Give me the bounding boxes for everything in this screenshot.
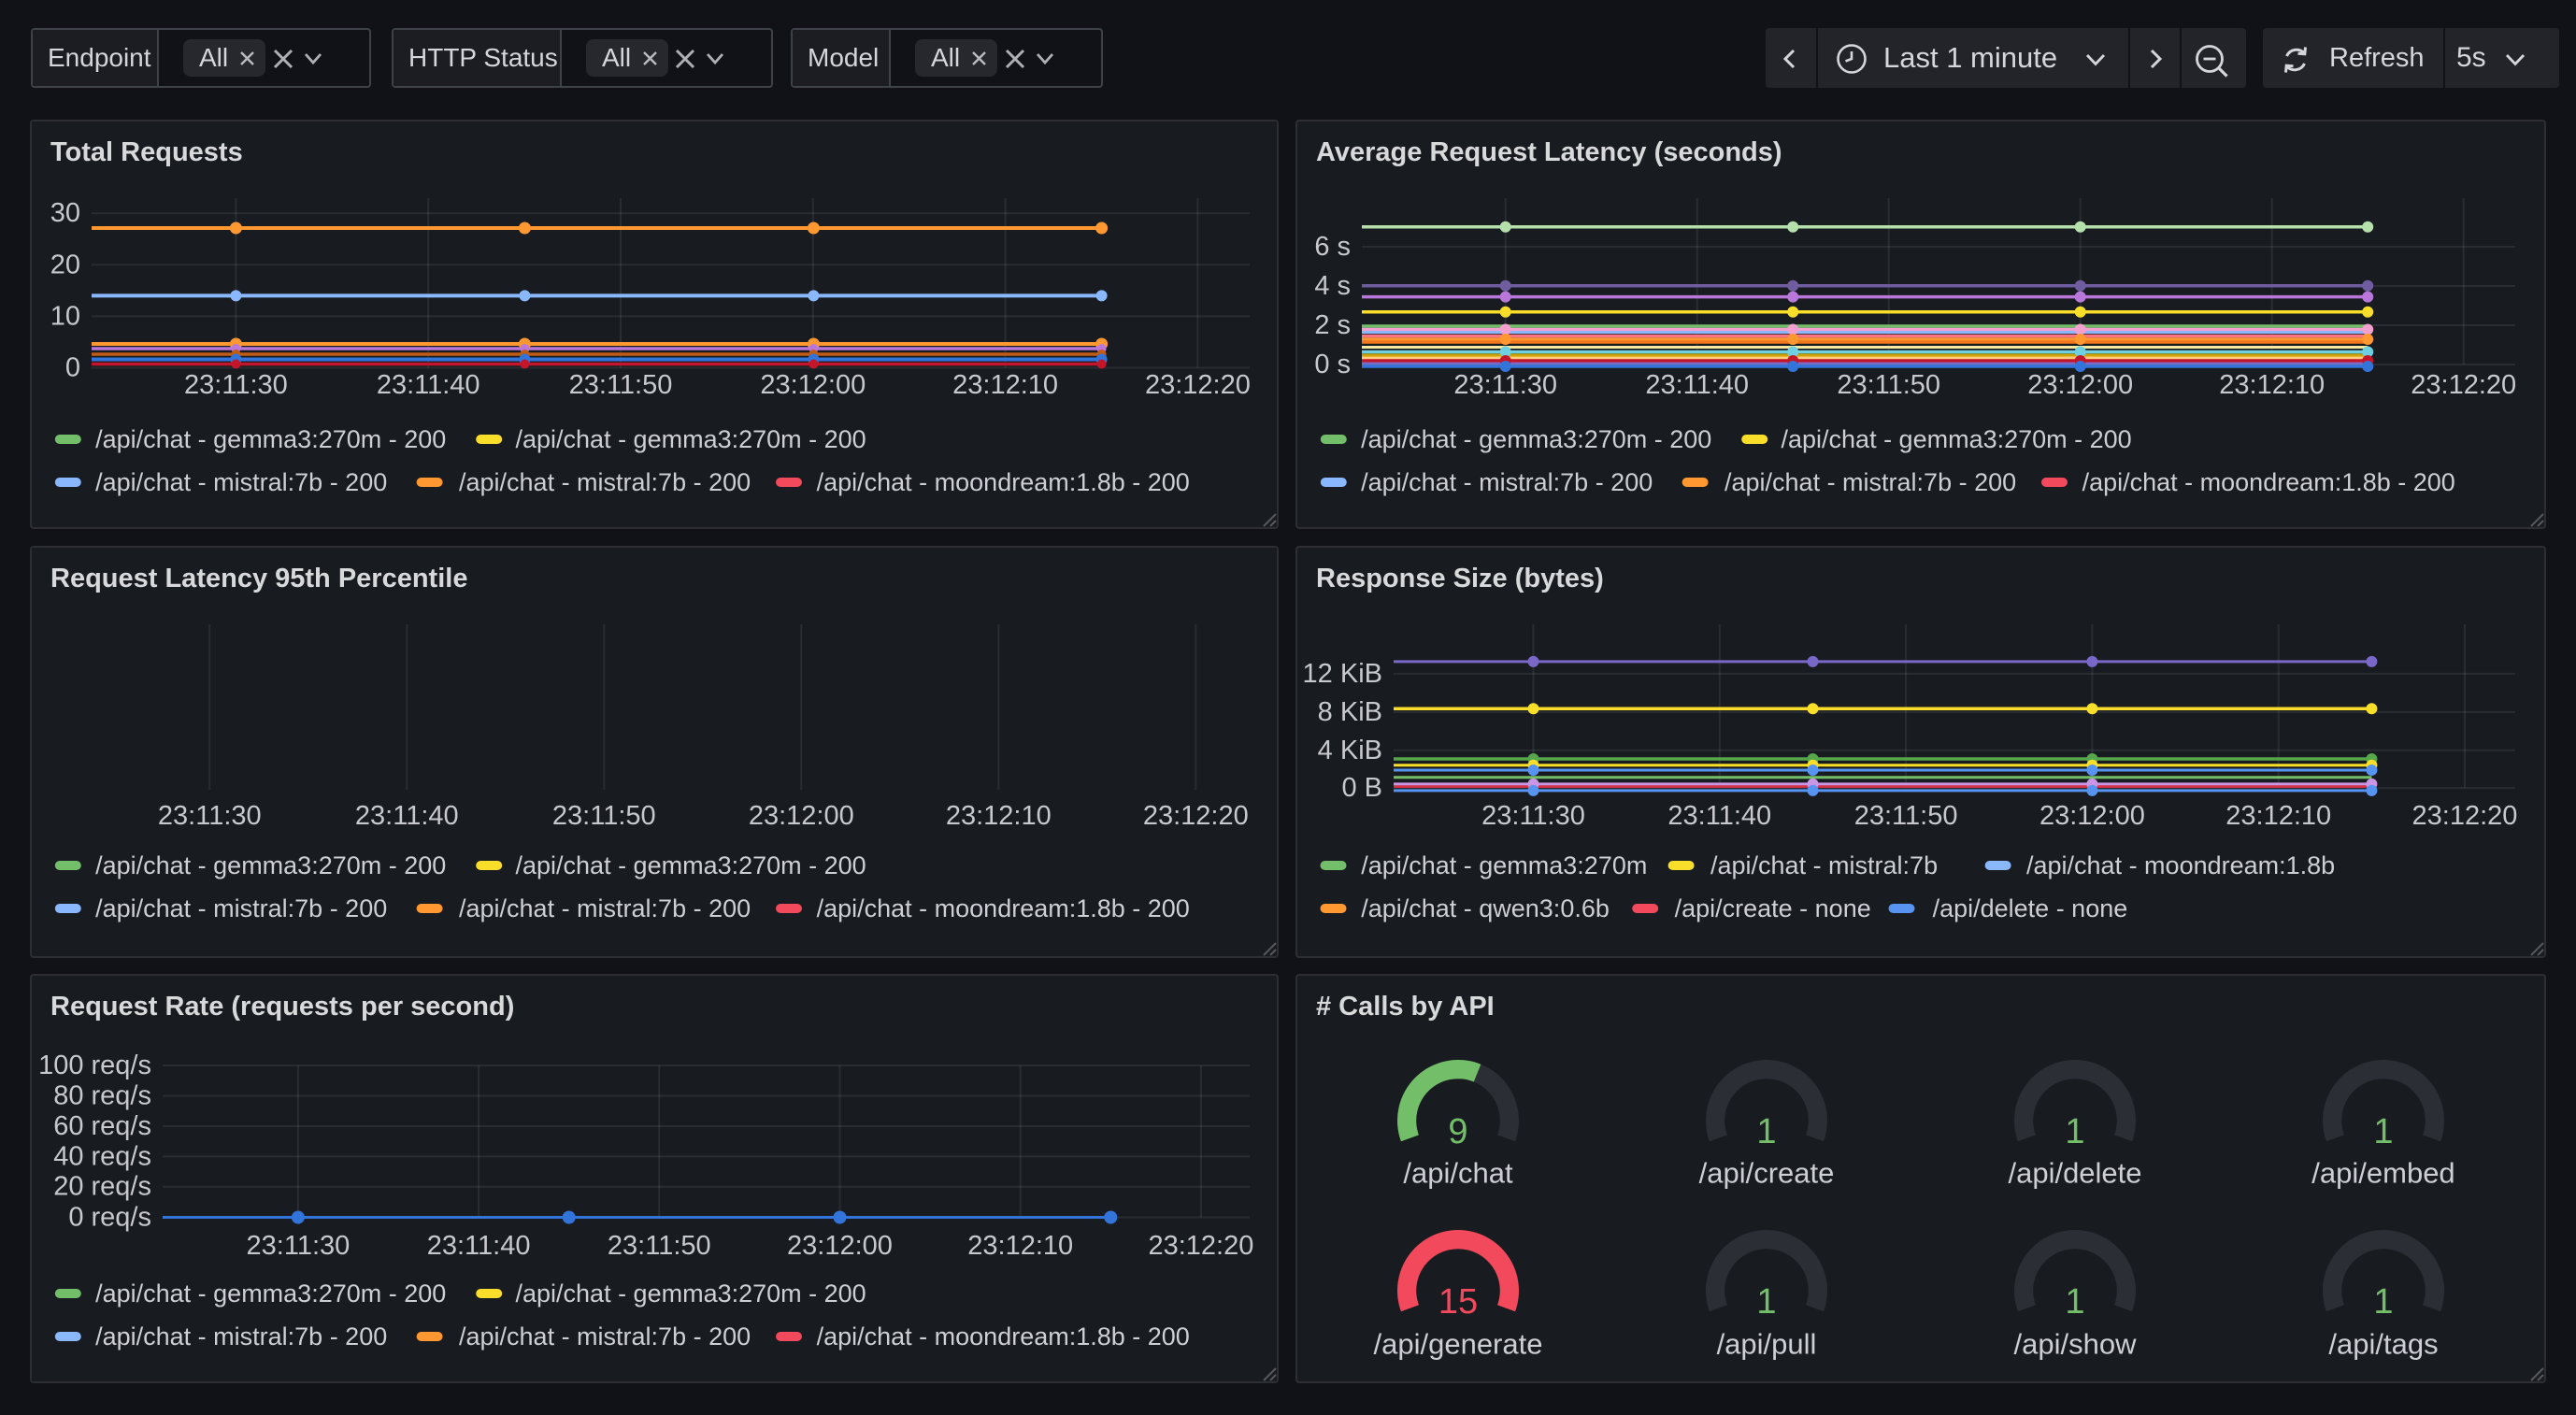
svg-text:Request Latency 95th Percentil: Request Latency 95th Percentile (50, 564, 467, 593)
svg-text:/api/chat: /api/chat (1403, 1157, 1513, 1190)
svg-text:/api/pull: /api/pull (1717, 1328, 1817, 1361)
svg-text:15: 15 (1438, 1282, 1478, 1322)
svg-text:/api/chat - gemma3:270m - 200: /api/chat - gemma3:270m - 200 (1782, 425, 2132, 453)
svg-text:Average Request Latency (secon: Average Request Latency (seconds) (1316, 137, 1782, 167)
svg-text:12 KiB: 12 KiB (1303, 659, 1382, 689)
svg-text:23:12:00: 23:12:00 (749, 801, 854, 831)
svg-text:1: 1 (1756, 1112, 1776, 1151)
svg-text:/api/chat - gemma3:270m - 200: /api/chat - gemma3:270m - 200 (95, 851, 446, 879)
svg-text:60 req/s: 60 req/s (53, 1111, 151, 1141)
svg-text:/api/chat - moondream:1.8b - 2: /api/chat - moondream:1.8b - 200 (817, 1322, 1190, 1351)
svg-text:1: 1 (2373, 1282, 2393, 1322)
svg-text:1: 1 (2373, 1112, 2393, 1151)
svg-text:0 req/s: 0 req/s (68, 1203, 151, 1233)
svg-text:23:11:30: 23:11:30 (158, 801, 262, 831)
svg-text:/api/generate: /api/generate (1374, 1328, 1543, 1361)
svg-text:2 s: 2 s (1314, 310, 1351, 340)
svg-text:/api/show: /api/show (2014, 1328, 2138, 1361)
svg-text:23:11:30: 23:11:30 (247, 1231, 351, 1261)
svg-text:23:11:50: 23:11:50 (1837, 370, 1940, 400)
svg-text:/api/chat - gemma3:270m - 200: /api/chat - gemma3:270m - 200 (516, 1279, 866, 1308)
svg-text:/api/chat - moondream:1.8b - 2: /api/chat - moondream:1.8b - 200 (817, 468, 1190, 496)
svg-text:6 s: 6 s (1314, 232, 1351, 262)
svg-text:1: 1 (1756, 1282, 1776, 1322)
svg-text:/api/chat - mistral:7b: /api/chat - mistral:7b (1710, 851, 1938, 879)
svg-text:/api/chat - gemma3:270m - 200: /api/chat - gemma3:270m - 200 (1361, 425, 1711, 453)
svg-text:0 B: 0 B (1341, 773, 1382, 803)
svg-text:Response Size (bytes): Response Size (bytes) (1316, 564, 1604, 593)
svg-text:/api/embed: /api/embed (2311, 1157, 2454, 1190)
svg-text:/api/chat - moondream:1.8b - 2: /api/chat - moondream:1.8b - 200 (817, 894, 1190, 922)
svg-text:1: 1 (2065, 1282, 2084, 1322)
svg-text:/api/chat - gemma3:270m - 200: /api/chat - gemma3:270m - 200 (95, 425, 446, 453)
svg-text:/api/chat - mistral:7b - 200: /api/chat - mistral:7b - 200 (1361, 468, 1653, 496)
svg-text:10: 10 (50, 301, 80, 331)
svg-text:23:11:30: 23:11:30 (1481, 801, 1585, 831)
svg-text:23:12:10: 23:12:10 (952, 370, 1058, 400)
svg-text:/api/tags: /api/tags (2328, 1328, 2438, 1361)
svg-text:23:11:50: 23:11:50 (608, 1231, 711, 1261)
svg-text:Request Rate (requests per sec: Request Rate (requests per second) (50, 992, 514, 1022)
svg-text:/api/chat - mistral:7b - 200: /api/chat - mistral:7b - 200 (1724, 468, 2016, 496)
svg-text:23:11:40: 23:11:40 (377, 370, 480, 400)
svg-text:/api/chat - gemma3:270m - 200: /api/chat - gemma3:270m - 200 (516, 425, 866, 453)
svg-text:23:11:30: 23:11:30 (1453, 370, 1557, 400)
svg-text:23:11:50: 23:11:50 (552, 801, 656, 831)
svg-text:/api/chat - mistral:7b - 200: /api/chat - mistral:7b - 200 (459, 1322, 751, 1351)
svg-text:/api/chat - mistral:7b - 200: /api/chat - mistral:7b - 200 (459, 468, 751, 496)
svg-text:/api/chat - mistral:7b - 200: /api/chat - mistral:7b - 200 (459, 894, 751, 922)
svg-text:23:11:40: 23:11:40 (355, 801, 459, 831)
svg-text:/api/chat - mistral:7b - 200: /api/chat - mistral:7b - 200 (95, 468, 387, 496)
svg-text:/api/chat - gemma3:270m - 200: /api/chat - gemma3:270m - 200 (95, 1279, 446, 1308)
svg-text:/api/chat - gemma3:270m - 200: /api/chat - gemma3:270m - 200 (516, 851, 866, 879)
svg-text:100 req/s: 100 req/s (38, 1051, 151, 1080)
svg-text:23:11:30: 23:11:30 (184, 370, 288, 400)
svg-text:4 s: 4 s (1314, 271, 1351, 301)
svg-text:23:11:50: 23:11:50 (1854, 801, 1958, 831)
svg-text:23:12:00: 23:12:00 (760, 370, 866, 400)
svg-text:23:12:00: 23:12:00 (2039, 801, 2145, 831)
svg-text:23:12:10: 23:12:10 (2219, 370, 2325, 400)
svg-text:/api/chat - gemma3:270m: /api/chat - gemma3:270m (1361, 851, 1647, 879)
svg-text:23:12:10: 23:12:10 (967, 1231, 1073, 1261)
svg-text:20: 20 (50, 250, 80, 279)
svg-text:23:12:20: 23:12:20 (1148, 1231, 1253, 1261)
svg-text:/api/chat - moondream:1.8b - 2: /api/chat - moondream:1.8b - 200 (2082, 468, 2455, 496)
svg-text:80 req/s: 80 req/s (53, 1081, 151, 1111)
svg-text:0: 0 (65, 353, 80, 383)
svg-text:23:12:00: 23:12:00 (787, 1231, 893, 1261)
svg-text:23:12:20: 23:12:20 (2411, 370, 2516, 400)
svg-text:4 KiB: 4 KiB (1318, 736, 1382, 765)
svg-text:0 s: 0 s (1314, 350, 1351, 379)
svg-text:23:11:40: 23:11:40 (1667, 801, 1771, 831)
svg-text:20 req/s: 20 req/s (53, 1172, 151, 1202)
svg-text:30: 30 (50, 198, 80, 228)
svg-text:23:12:10: 23:12:10 (2225, 801, 2331, 831)
svg-text:/api/chat - moondream:1.8b: /api/chat - moondream:1.8b (2026, 851, 2335, 879)
svg-text:/api/create: /api/create (1699, 1157, 1835, 1190)
svg-text:23:12:10: 23:12:10 (946, 801, 1052, 831)
svg-text:23:11:40: 23:11:40 (1645, 370, 1749, 400)
svg-text:8 KiB: 8 KiB (1318, 697, 1382, 727)
svg-text:9: 9 (1448, 1112, 1467, 1151)
svg-text:/api/chat - mistral:7b - 200: /api/chat - mistral:7b - 200 (95, 894, 387, 922)
svg-text:23:12:20: 23:12:20 (1143, 801, 1249, 831)
svg-text:23:12:20: 23:12:20 (1145, 370, 1251, 400)
svg-text:1: 1 (2065, 1112, 2084, 1151)
svg-text:# Calls by API: # Calls by API (1316, 992, 1495, 1022)
svg-text:23:11:40: 23:11:40 (427, 1231, 531, 1261)
svg-text:/api/create - none: /api/create - none (1675, 894, 1871, 922)
svg-text:23:12:00: 23:12:00 (2027, 370, 2133, 400)
svg-text:/api/chat - mistral:7b - 200: /api/chat - mistral:7b - 200 (95, 1322, 387, 1351)
svg-text:/api/delete: /api/delete (2008, 1157, 2141, 1190)
svg-text:/api/chat - qwen3:0.6b: /api/chat - qwen3:0.6b (1361, 894, 1610, 922)
svg-text:Total Requests: Total Requests (50, 137, 243, 167)
svg-text:/api/delete - none: /api/delete - none (1933, 894, 2128, 922)
svg-text:40 req/s: 40 req/s (53, 1141, 151, 1171)
svg-text:23:12:20: 23:12:20 (2412, 801, 2518, 831)
svg-text:23:11:50: 23:11:50 (569, 370, 673, 400)
